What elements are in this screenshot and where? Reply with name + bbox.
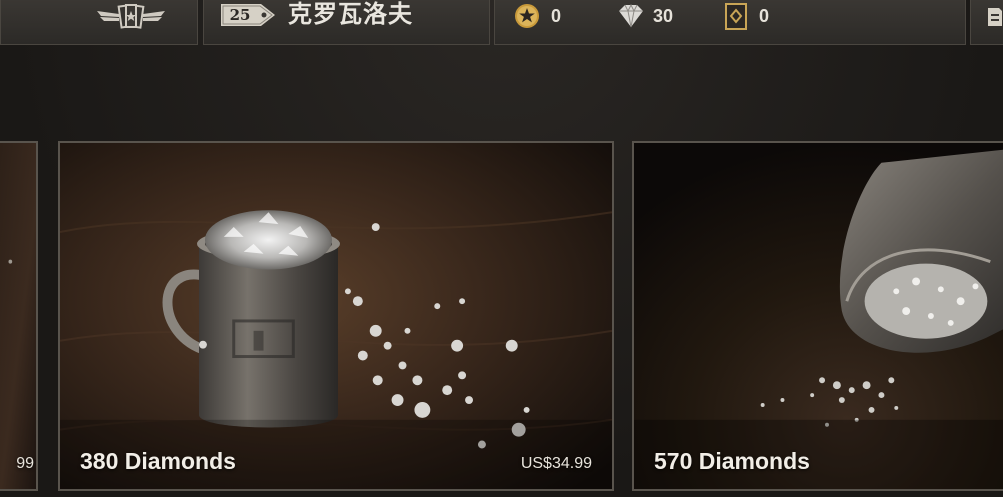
gold-amount: 0 bbox=[551, 6, 562, 26]
diamond-mug-image bbox=[60, 143, 612, 489]
player-panel[interactable]: 25 克罗瓦洛夫 bbox=[203, 0, 490, 45]
winged-cards-emblem-icon bbox=[97, 4, 165, 29]
shop-screen: 25 克罗瓦洛夫 0 30 0 99 380 Diamonds US$34.99… bbox=[0, 0, 1003, 497]
gold-star-coin-icon bbox=[515, 4, 539, 28]
menu-panel[interactable] bbox=[970, 0, 1003, 45]
diamond-scoop-image bbox=[634, 143, 1003, 489]
top-bar: 25 克罗瓦洛夫 0 30 0 bbox=[0, 0, 1003, 47]
offer-price: 99 bbox=[16, 455, 34, 472]
currency-panel[interactable]: 0 30 0 bbox=[494, 0, 966, 45]
diamond-offer-card[interactable]: 380 Diamonds US$34.99 bbox=[58, 141, 614, 491]
offer-price: US$34.99 bbox=[520, 455, 592, 472]
offer-title: 380 Diamonds bbox=[80, 448, 236, 474]
card-pack-icon bbox=[725, 3, 747, 30]
diamond-offer-card[interactable]: 99 bbox=[0, 141, 38, 491]
player-level: 25 bbox=[229, 6, 251, 24]
offer-title: 570 Diamonds bbox=[654, 448, 810, 474]
offer-art-image bbox=[0, 143, 36, 489]
card-pack-amount: 0 bbox=[759, 6, 770, 26]
faction-emblem-panel[interactable] bbox=[0, 0, 198, 45]
player-name: 克罗瓦洛夫 bbox=[288, 1, 413, 28]
menu-icon[interactable] bbox=[985, 6, 1003, 28]
player-level-badge: 25 bbox=[221, 4, 275, 26]
diamond-icon bbox=[619, 3, 643, 28]
diamond-amount: 30 bbox=[653, 6, 674, 26]
diamond-offer-card[interactable]: 570 Diamonds bbox=[632, 141, 1003, 491]
